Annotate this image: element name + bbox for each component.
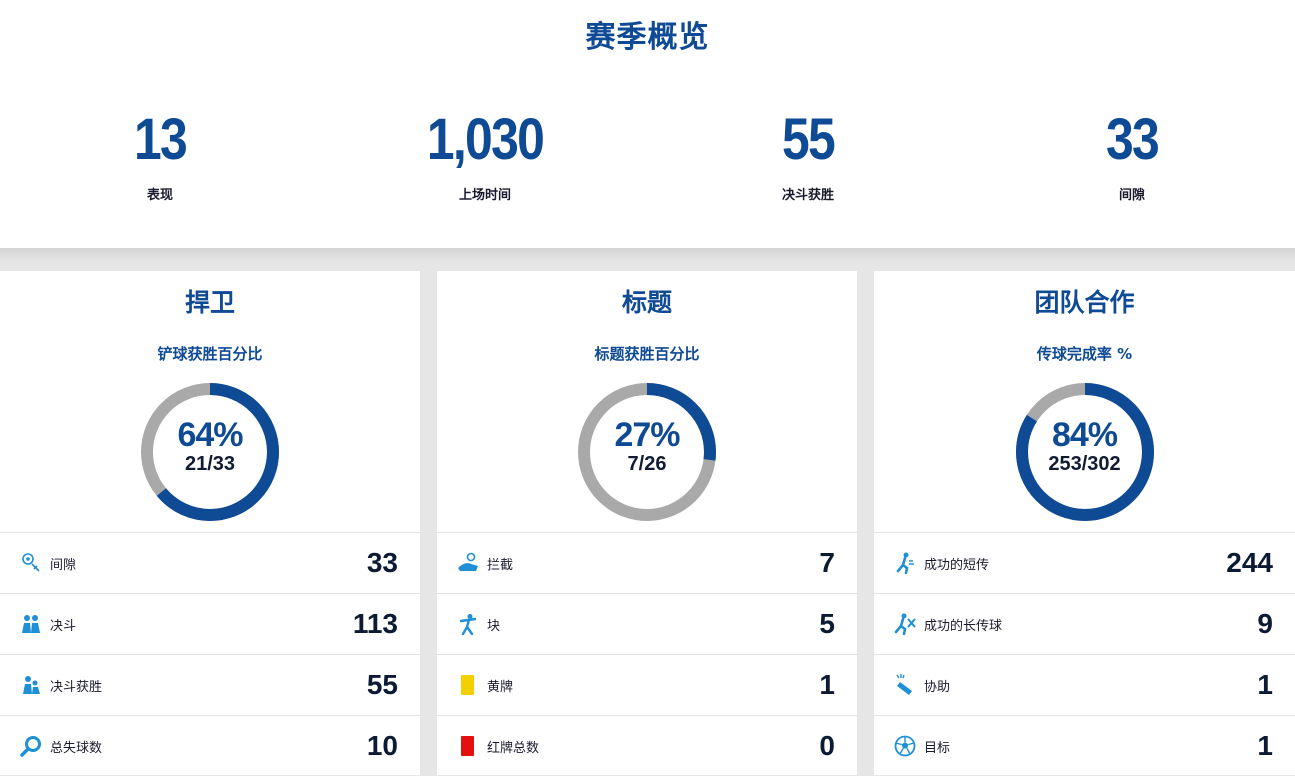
stat-row-goals: 目标 1 (874, 716, 1295, 776)
stat-label: 表现 (146, 188, 173, 203)
stat-row-value: 7 (819, 547, 835, 578)
donut-center: 27% 7/26 (437, 417, 857, 475)
summary-stat-duels-won: 55 决斗获胜 (688, 107, 928, 204)
donut-fraction: 21/33 (184, 453, 236, 475)
stat-row-assists: 协助 1 (874, 655, 1295, 716)
stat-row-label: 间隙 (50, 558, 77, 573)
stat-row-yellow-cards: 黄牌 1 (437, 655, 857, 716)
stat-row-value: 1 (1257, 730, 1273, 761)
panel-subtitle: 传球完成率 % (1036, 345, 1133, 363)
summary-stat-appearances: 13 表现 (40, 107, 280, 204)
stat-label: 上场时间 (458, 188, 511, 203)
stat-row-label: 决斗 (50, 619, 77, 634)
season-overview-header: 赛季概览 13 表现 1,030 上场时间 55 决斗获胜 33 间隙 (0, 0, 1295, 248)
stat-row-value: 9 (1257, 608, 1273, 639)
stat-row-blocks: 块 5 (437, 594, 857, 655)
donut-chart: 84% 253/302 (874, 377, 1295, 527)
donut-percent: 84% (1051, 416, 1118, 454)
panel-subtitle: 标题获胜百分比 (594, 345, 700, 363)
stat-row-label: 拦截 (487, 558, 514, 573)
panel-teamwork: 团队合作 传球完成率 % 84% 253/302 成功的短传 244 成功的长传… (874, 271, 1295, 775)
panel-defence: 捍卫 铲球获胜百分比 64% 21/33 间隙 33 决斗 113 决斗获胜 5… (0, 271, 420, 775)
stat-row-duels: 决斗 113 (0, 594, 420, 655)
header-shadow (0, 248, 1295, 262)
long-pass-icon (894, 613, 916, 635)
stat-row-label: 红牌总数 (487, 741, 540, 756)
stat-row-clearances: 间隙 33 (0, 533, 420, 594)
stat-row-interceptions: 拦截 7 (437, 533, 857, 594)
page-title: 赛季概览 (585, 20, 710, 55)
stat-row-goals-conceded: 总失球数 10 (0, 716, 420, 776)
summary-stat-minutes: 1,030 上场时间 (365, 107, 605, 204)
stat-row-value: 1 (1257, 669, 1273, 700)
stat-rows: 成功的短传 244 成功的长传球 9 协助 1 目标 1 (874, 532, 1295, 776)
stat-row-value: 55 (366, 669, 398, 700)
stat-row-red-cards: 红牌总数 0 (437, 716, 857, 776)
stat-value: 1,030 (426, 107, 545, 172)
summary-stats: 13 表现 1,030 上场时间 55 决斗获胜 33 间隙 (0, 108, 1295, 218)
goals-conceded-icon (20, 736, 41, 757)
stat-row-value: 33 (366, 547, 398, 578)
panel-headers: 标题 标题获胜百分比 27% 7/26 拦截 7 块 5 黄牌 1 红牌总数 0 (437, 271, 857, 775)
stat-row-short-passes: 成功的短传 244 (874, 533, 1295, 594)
block-icon (459, 614, 477, 635)
clearance-icon (22, 553, 40, 572)
panel-title: 标题 (621, 288, 672, 317)
donut-chart: 64% 21/33 (0, 377, 420, 527)
yellow-card-icon (461, 675, 474, 695)
stat-row-value: 113 (352, 608, 398, 639)
donut-center: 84% 253/302 (874, 417, 1295, 475)
stat-rows: 拦截 7 块 5 黄牌 1 红牌总数 0 (437, 532, 857, 776)
assist-icon (896, 674, 912, 695)
donut-center: 64% 21/33 (0, 417, 420, 475)
duel-won-icon (23, 676, 40, 694)
stat-row-value: 244 (1226, 547, 1273, 578)
donut-fraction: 253/302 (1048, 453, 1121, 475)
stat-row-label: 块 (487, 619, 501, 634)
stat-row-label: 成功的长传球 (924, 619, 1003, 634)
summary-stat-clearances: 33 间隙 (1012, 107, 1252, 204)
stat-row-label: 决斗获胜 (50, 680, 103, 695)
stat-value: 55 (781, 107, 836, 172)
stat-row-long-passes: 成功的长传球 9 (874, 594, 1295, 655)
goal-icon (894, 735, 916, 757)
stat-value: 13 (133, 107, 188, 172)
donut-percent: 64% (177, 416, 243, 454)
panel-subtitle: 铲球获胜百分比 (157, 345, 263, 363)
stat-row-label: 成功的短传 (924, 558, 990, 573)
donut-percent: 27% (614, 416, 680, 454)
stat-row-value: 5 (819, 608, 835, 639)
stat-rows: 间隙 33 决斗 113 决斗获胜 55 总失球数 10 (0, 532, 420, 776)
short-pass-icon (896, 552, 914, 574)
stat-value: 33 (1105, 107, 1160, 172)
stat-row-value: 1 (819, 669, 835, 700)
stat-label: 间隙 (1118, 188, 1145, 203)
stat-row-label: 黄牌 (487, 680, 514, 695)
stat-row-value: 0 (819, 730, 835, 761)
stat-row-label: 协助 (924, 680, 951, 695)
stat-row-label: 目标 (924, 741, 951, 756)
stat-row-label: 总失球数 (50, 741, 103, 756)
donut-chart: 27% 7/26 (437, 377, 857, 527)
red-card-icon (461, 736, 474, 756)
donut-fraction: 7/26 (627, 453, 667, 475)
panel-title: 团队合作 (1034, 288, 1135, 317)
stat-row-duels-won: 决斗获胜 55 (0, 655, 420, 716)
stat-label: 决斗获胜 (781, 188, 834, 203)
stat-row-value: 10 (366, 730, 398, 761)
duel-icon (22, 615, 40, 633)
interception-icon (458, 552, 478, 571)
panel-title: 捍卫 (184, 288, 235, 317)
